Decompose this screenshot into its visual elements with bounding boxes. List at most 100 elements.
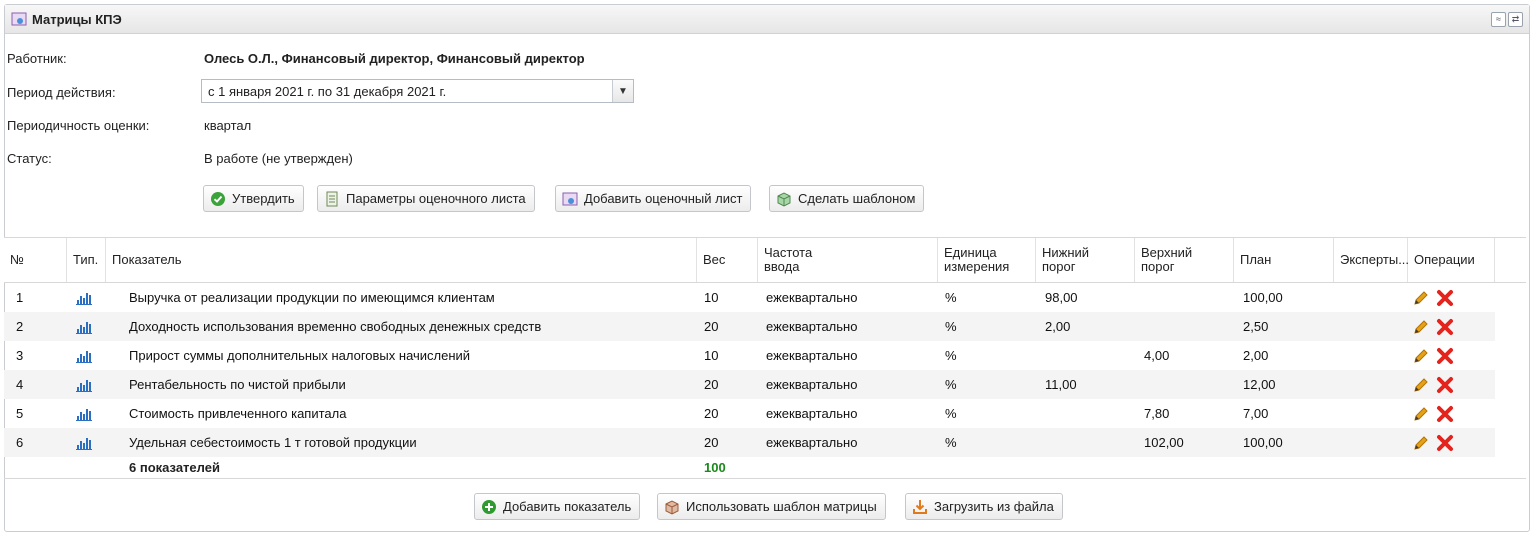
delete-x-icon[interactable]	[1436, 341, 1454, 370]
use-template-button[interactable]: Использовать шаблон матрицы	[657, 493, 886, 520]
col-weight[interactable]: Вес	[697, 238, 758, 282]
employee-value: Олесь О.Л., Финансовый директор, Финансо…	[204, 51, 585, 66]
cell-name: Прирост суммы дополнительных налоговых н…	[129, 348, 471, 363]
cell-weight: 10	[704, 290, 719, 305]
col-num[interactable]: №	[4, 238, 67, 282]
edit-pencil-icon[interactable]	[1412, 312, 1430, 341]
table-row[interactable]: 1 Выручка от реализации продукции по имею…	[4, 283, 1495, 312]
cell-unit: %	[945, 348, 957, 363]
edit-pencil-icon[interactable]	[1412, 399, 1430, 428]
delete-x-icon[interactable]	[1436, 399, 1454, 428]
load-from-file-button[interactable]: Загрузить из файла	[905, 493, 1063, 520]
col-unit-l1: Единица	[944, 245, 997, 260]
cell-plan: 100,00	[1243, 290, 1283, 305]
cell-num: 4	[16, 377, 24, 392]
col-frequency-l2: ввода	[764, 259, 800, 274]
cell-plan: 2,00	[1243, 348, 1269, 363]
approve-label: Утвердить	[232, 191, 295, 206]
table-header: № Тип. Показатель Вес Частота ввода Един…	[4, 237, 1526, 283]
add-indicator-button[interactable]: Добавить показатель	[474, 493, 641, 520]
add-sheet-icon	[562, 191, 578, 207]
cell-low: 2,00	[1045, 319, 1071, 334]
table-row[interactable]: 2 Доходность использования временно свобо…	[4, 312, 1495, 341]
add-indicator-label: Добавить показатель	[503, 499, 632, 514]
sheet-params-button[interactable]: Параметры оценочного листа	[317, 185, 535, 212]
col-low[interactable]: Нижний порог	[1036, 238, 1135, 282]
table-row[interactable]: 6 Удельная себестоимость 1 т готовой прод…	[4, 428, 1495, 457]
cell-name: Удельная себестоимость 1 т готовой проду…	[129, 435, 417, 450]
add-sheet-label: Добавить оценочный лист	[584, 191, 743, 206]
approve-button[interactable]: Утвердить	[203, 185, 304, 212]
refresh-icon[interactable]: ⇄	[1508, 12, 1523, 27]
col-operations[interactable]: Операции	[1408, 238, 1495, 282]
delete-x-icon[interactable]	[1436, 312, 1454, 341]
status-value: В работе (не утвержден)	[204, 151, 353, 166]
delete-x-icon[interactable]	[1436, 283, 1454, 312]
template-box-icon	[664, 499, 680, 515]
col-frequency[interactable]: Частота ввода	[758, 238, 938, 282]
cell-name: Доходность использования временно свобод…	[129, 319, 542, 334]
table-row[interactable]: 3 Прирост суммы дополнительных налоговых …	[4, 341, 1495, 370]
cell-freq: ежеквартально	[766, 319, 858, 334]
cell-weight: 10	[704, 348, 719, 363]
col-indicator[interactable]: Показатель	[106, 238, 697, 282]
cell-num: 1	[16, 290, 24, 305]
cell-weight: 20	[704, 406, 719, 421]
cell-freq: ежеквартально	[766, 406, 858, 421]
cell-unit: %	[945, 406, 957, 421]
bar-chart-icon	[76, 341, 92, 370]
period-select[interactable]: с 1 января 2021 г. по 31 декабря 2021 г.…	[201, 79, 634, 103]
edit-pencil-icon[interactable]	[1412, 428, 1430, 457]
edit-pencil-icon[interactable]	[1412, 283, 1430, 312]
make-template-button[interactable]: Сделать шаблоном	[769, 185, 925, 212]
cell-weight: 20	[704, 319, 719, 334]
edit-pencil-icon[interactable]	[1412, 341, 1430, 370]
summary-weight: 100	[704, 460, 726, 475]
cell-freq: ежеквартально	[766, 377, 858, 392]
cell-unit: %	[945, 377, 957, 392]
make-template-label: Сделать шаблоном	[798, 191, 916, 206]
col-type[interactable]: Тип.	[67, 238, 106, 282]
matrix-icon	[11, 11, 27, 27]
delete-x-icon[interactable]	[1436, 370, 1454, 399]
cell-name: Рентабельность по чистой прибыли	[129, 377, 346, 392]
employee-label: Работник:	[7, 51, 67, 66]
frequency-label: Периодичность оценки:	[7, 118, 150, 133]
col-high[interactable]: Верхний порог	[1135, 238, 1234, 282]
cell-unit: %	[945, 290, 957, 305]
delete-x-icon[interactable]	[1436, 428, 1454, 457]
col-unit[interactable]: Единица измерения	[938, 238, 1036, 282]
collapse-icon[interactable]: ≈	[1491, 12, 1506, 27]
load-from-file-label: Загрузить из файла	[934, 499, 1054, 514]
bar-chart-icon	[76, 283, 92, 312]
edit-pencil-icon[interactable]	[1412, 370, 1430, 399]
col-high-l1: Верхний	[1141, 245, 1193, 260]
cell-freq: ежеквартально	[766, 290, 858, 305]
bar-chart-icon	[76, 428, 92, 457]
bar-chart-icon	[76, 399, 92, 428]
chevron-down-icon[interactable]: ▼	[612, 80, 633, 102]
indicators-table: № Тип. Показатель Вес Частота ввода Един…	[4, 237, 1526, 283]
cell-freq: ежеквартально	[766, 348, 858, 363]
table-summary-row: 6 показателей 100	[4, 457, 1495, 479]
cell-num: 2	[16, 319, 24, 334]
period-label: Период действия:	[7, 85, 116, 100]
table-row[interactable]: 5 Стоимость привлеченного капитала 20 ежекв…	[4, 399, 1495, 428]
col-plan[interactable]: План	[1234, 238, 1334, 282]
table-row[interactable]: 4 Рентабельность по чистой прибыли 20 ежекв…	[4, 370, 1495, 399]
cell-num: 5	[16, 406, 24, 421]
cell-num: 3	[16, 348, 24, 363]
add-sheet-button[interactable]: Добавить оценочный лист	[555, 185, 752, 212]
frequency-value: квартал	[204, 118, 252, 133]
col-unit-l2: измерения	[944, 259, 1010, 274]
sheet-params-label: Параметры оценочного листа	[346, 191, 526, 206]
cell-weight: 20	[704, 377, 719, 392]
download-icon	[912, 499, 928, 515]
cell-num: 6	[16, 435, 24, 450]
template-box-icon	[776, 191, 792, 207]
cell-plan: 2,50	[1243, 319, 1269, 334]
cell-weight: 20	[704, 435, 719, 450]
cell-name: Выручка от реализации продукции по имеющ…	[129, 290, 495, 305]
cell-plan: 12,00	[1243, 377, 1276, 392]
col-experts[interactable]: Эксперты...	[1334, 238, 1409, 282]
